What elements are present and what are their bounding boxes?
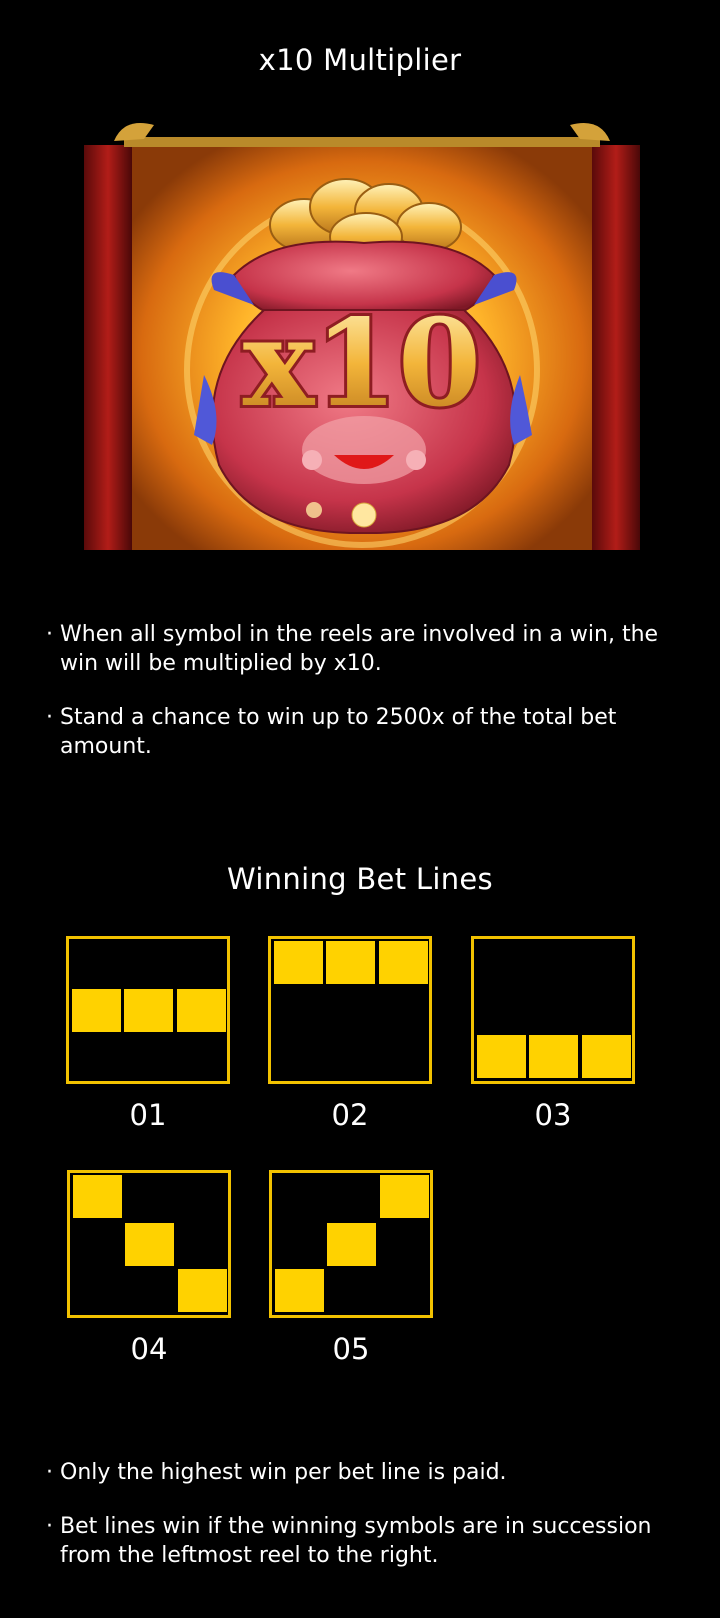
- bet-line-diagram-03: [471, 936, 635, 1084]
- bet-line-label: 05: [332, 1332, 370, 1366]
- bet-line-cell-bottom: [275, 1269, 324, 1312]
- bet-line-diagram-01: [66, 936, 230, 1084]
- bet-line-cell-bottom: [178, 1269, 227, 1312]
- list-item: · Bet lines win if the winning symbols ar…: [46, 1514, 652, 1568]
- bet-lines-title: Winning Bet Lines: [227, 862, 493, 896]
- bet-line-label: 04: [130, 1332, 168, 1366]
- x10-artwork-text: x10: [243, 293, 482, 434]
- bet-line-cell-middle: [177, 989, 226, 1032]
- bet-line-cell-bottom: [477, 1035, 526, 1078]
- bet-line-diagram-02: [268, 936, 432, 1084]
- bet-line-label: 01: [129, 1098, 167, 1132]
- bet-line-cell-top: [379, 941, 428, 984]
- bet-line-label: 02: [331, 1098, 369, 1132]
- list-item: · Only the highest win per bet line is pa…: [46, 1460, 507, 1485]
- bet-line-cell-top: [380, 1175, 429, 1218]
- list-item: · Stand a chance to win up to 2500x of th…: [46, 705, 617, 759]
- bet-line-diagram-04: [67, 1170, 231, 1318]
- bet-line-cell-bottom: [529, 1035, 578, 1078]
- bet-lines-bullets: · Only the highest win per bet line is pa…: [46, 1458, 686, 1595]
- multiplier-title: x10 Multiplier: [258, 43, 462, 77]
- x10-multiplier-symbol-image: x10: [84, 123, 640, 550]
- bet-line-diagram-05: [269, 1170, 433, 1318]
- bet-line-cell-top: [326, 941, 375, 984]
- bet-line-cell-bottom: [582, 1035, 631, 1078]
- bet-line-cell-top: [274, 941, 323, 984]
- bet-line-cell-middle: [327, 1223, 376, 1266]
- list-item: · When all symbol in the reels are involv…: [46, 622, 659, 676]
- bet-line-label: 03: [534, 1098, 572, 1132]
- bet-line-cell-middle: [72, 989, 121, 1032]
- multiplier-bullets: · When all symbol in the reels are involv…: [46, 620, 686, 786]
- bet-line-cell-middle: [124, 989, 173, 1032]
- bet-line-cell-middle: [125, 1223, 174, 1266]
- bet-line-cell-top: [73, 1175, 122, 1218]
